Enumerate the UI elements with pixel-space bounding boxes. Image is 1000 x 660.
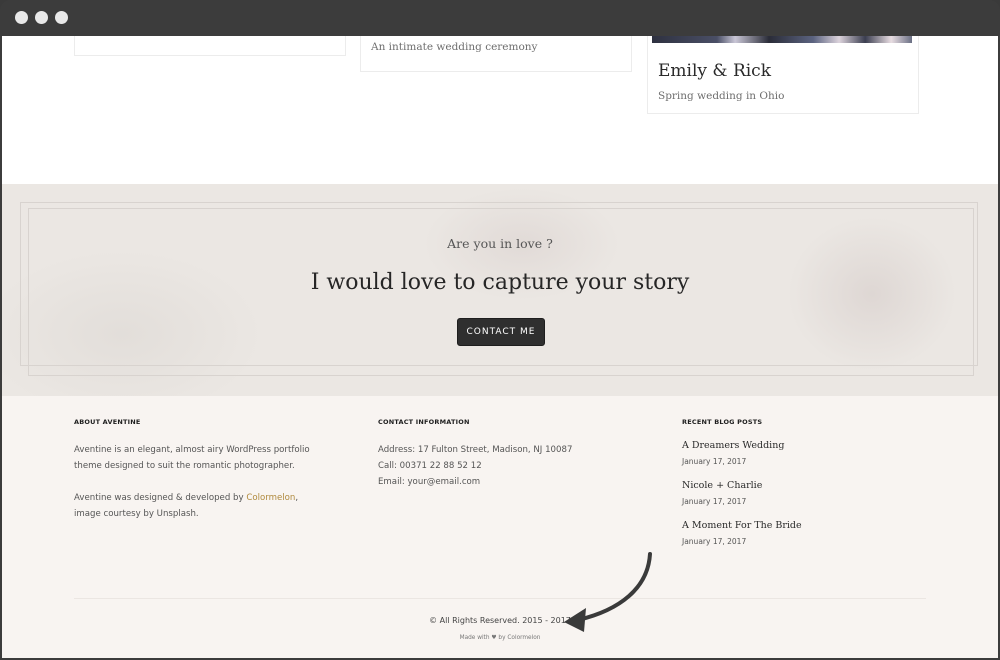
footer-contact-column: CONTACT INFORMATION Address: 17 Fulton S… <box>378 418 628 490</box>
made-with-credit: Made with ♥ by Colormelon <box>2 635 998 641</box>
portfolio-card-photo[interactable] <box>652 36 912 43</box>
blog-post-date: January 17, 2017 <box>682 537 747 546</box>
portfolio-card[interactable] <box>74 36 346 56</box>
blog-post-title[interactable]: A Dreamers Wedding <box>682 440 932 451</box>
credits-text-before: Aventine was designed & developed by <box>74 493 247 503</box>
browser-window: An intimate wedding ceremony Emily & Ric… <box>0 0 1000 660</box>
portfolio-card[interactable]: Emily & Rick Spring wedding in Ohio <box>647 36 919 114</box>
page-viewport: An intimate wedding ceremony Emily & Ric… <box>2 36 998 658</box>
blog-post-item: A Dreamers Wedding January 17, 2017 <box>682 440 932 466</box>
footer-divider <box>74 598 926 599</box>
footer-about-title: ABOUT AVENTINE <box>74 418 141 426</box>
portfolio-card-subtitle: Spring wedding in Ohio <box>658 90 785 102</box>
portfolio-card-title[interactable]: Emily & Rick <box>658 61 771 81</box>
window-titlebar <box>0 0 1000 36</box>
contact-address: Address: 17 Fulton Street, Madison, NJ 1… <box>378 445 573 455</box>
copyright-text: © All Rights Reserved. 2015 - 2017 <box>429 616 571 625</box>
made-with-label: Made with <box>459 635 490 641</box>
footer-about-text: Aventine is an elegant, almost airy Word… <box>74 445 310 471</box>
blog-post-item: Nicole + Charlie January 17, 2017 <box>682 480 932 506</box>
window-maximize-dot[interactable] <box>55 11 68 24</box>
blog-post-date: January 17, 2017 <box>682 457 747 466</box>
blog-post-title[interactable]: A Moment For The Bride <box>682 520 932 531</box>
footer-posts-column: RECENT BLOG POSTS A Dreamers Wedding Jan… <box>682 418 932 562</box>
contact-email: Email: your@email.com <box>378 477 481 487</box>
contact-cta-section: Are you in love ? I would love to captur… <box>2 184 998 396</box>
footer-about-column: ABOUT AVENTINE Aventine is an elegant, a… <box>74 418 324 538</box>
made-with-author[interactable]: by Colormelon <box>498 635 540 641</box>
footer-posts-title: RECENT BLOG POSTS <box>682 418 763 426</box>
contact-phone: Call: 00371 22 88 52 12 <box>378 461 482 471</box>
cta-heading: I would love to capture your story <box>310 270 690 295</box>
window-minimize-dot[interactable] <box>35 11 48 24</box>
blog-post-title[interactable]: Nicole + Charlie <box>682 480 932 491</box>
site-footer: ABOUT AVENTINE Aventine is an elegant, a… <box>2 396 998 658</box>
portfolio-card[interactable]: An intimate wedding ceremony <box>360 36 632 72</box>
colormelon-link[interactable]: Colormelon <box>246 493 295 503</box>
annotation-arrow-icon <box>564 552 652 632</box>
footer-about-credits: Aventine was designed & developed by Col… <box>74 490 324 522</box>
cta-eyebrow: Are you in love ? <box>447 236 553 251</box>
portfolio-card-subtitle: An intimate wedding ceremony <box>371 41 538 53</box>
heart-icon: ♥ <box>491 635 497 641</box>
footer-contact-title: CONTACT INFORMATION <box>378 418 470 426</box>
blog-post-item: A Moment For The Bride January 17, 2017 <box>682 520 932 546</box>
contact-me-button[interactable]: CONTACT ME <box>457 318 545 346</box>
window-close-dot[interactable] <box>15 11 28 24</box>
blog-post-date: January 17, 2017 <box>682 497 747 506</box>
